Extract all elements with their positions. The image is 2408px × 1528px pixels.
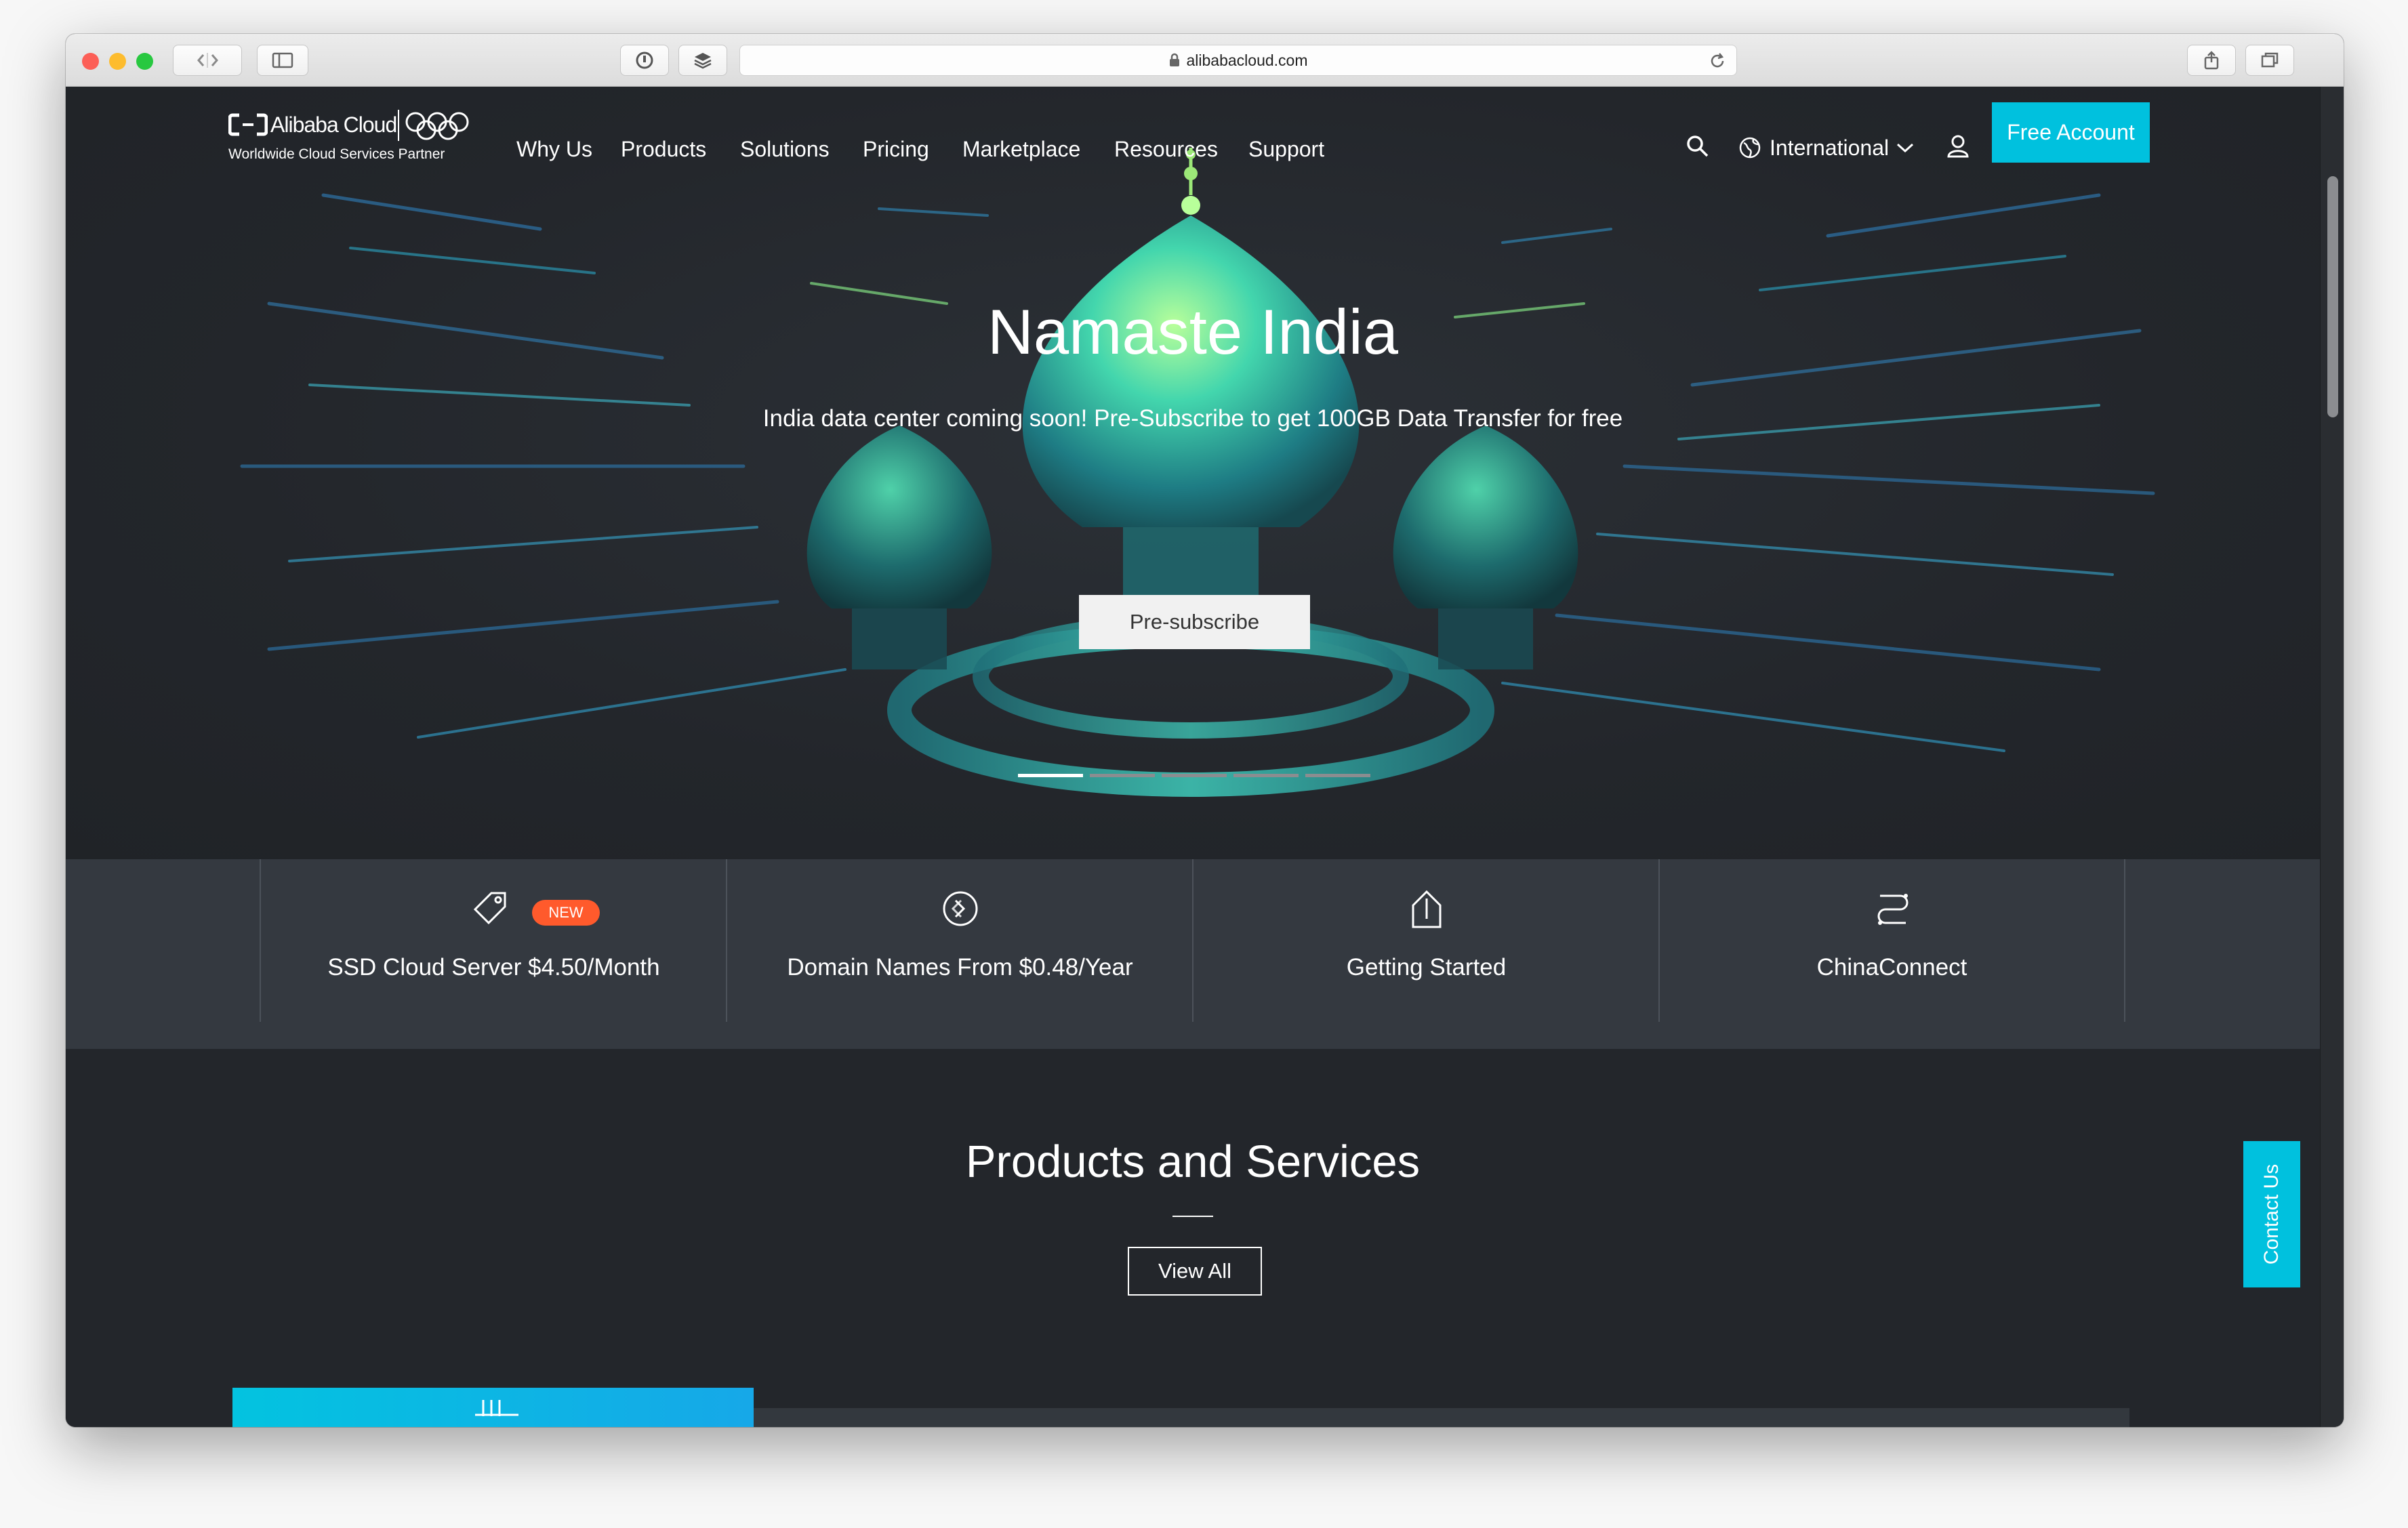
url-text: alibabacloud.com — [1186, 51, 1308, 69]
nav-marketplace[interactable]: Marketplace — [962, 137, 1080, 162]
page-scrollbar[interactable] — [2320, 87, 2344, 1427]
price-tag-icon — [473, 892, 506, 925]
browser-window: alibabacloud.com Alibaba Cloud Worldwide… — [66, 34, 2344, 1427]
product-card-featured[interactable] — [232, 1388, 754, 1427]
quick-link-getting-started[interactable]: Getting Started — [1192, 859, 1659, 1022]
quick-link-ssd-server[interactable]: NEW SSD Cloud Server $4.50/Month — [260, 859, 727, 1022]
nav-pricing[interactable]: Pricing — [863, 137, 929, 162]
password-key-icon — [636, 51, 653, 69]
layers-icon — [694, 53, 712, 69]
products-services-heading: Products and Services — [965, 1136, 1421, 1187]
product-card-panel — [754, 1408, 2129, 1427]
view-all-button[interactable]: View All — [1128, 1247, 1262, 1296]
nav-products[interactable]: Products — [621, 137, 706, 162]
browser-toolbar: alibabacloud.com — [66, 34, 2344, 104]
extension-button[interactable] — [678, 45, 727, 76]
quick-link-domain-names[interactable]: Domain Names From $0.48/Year — [726, 859, 1193, 1022]
free-account-label: Free Account — [2007, 120, 2135, 144]
share-button[interactable] — [2187, 45, 2236, 76]
carousel-dot-2[interactable] — [1090, 774, 1155, 777]
password-button[interactable] — [620, 45, 669, 76]
tabs-icon — [2261, 52, 2279, 68]
zoom-window-button[interactable] — [136, 53, 153, 70]
logo-divider — [398, 110, 399, 141]
quick-link-chinaconnect[interactable]: ChinaConnect — [1658, 859, 2125, 1022]
share-icon — [2204, 51, 2219, 70]
back-icon[interactable] — [194, 50, 221, 70]
sidebar-button[interactable] — [257, 45, 308, 76]
minimize-window-button[interactable] — [109, 53, 126, 70]
close-window-button[interactable] — [82, 53, 99, 70]
quick-link-label: SSD Cloud Server $4.50/Month — [327, 954, 660, 980]
globe-icon — [1739, 137, 1761, 159]
reload-icon[interactable] — [1708, 51, 1727, 70]
carousel-dot-4[interactable] — [1233, 774, 1299, 777]
nav-support[interactable]: Support — [1248, 137, 1324, 162]
hero-banner: Alibaba Cloud Worldwide Cloud Services P… — [66, 87, 2320, 859]
new-badge-label: NEW — [548, 904, 584, 921]
palace-illustration — [240, 148, 2155, 797]
logo-text: Alibaba Cloud — [270, 112, 397, 137]
chevron-down-icon — [1897, 143, 1914, 153]
scrollbar-thumb[interactable] — [2327, 176, 2338, 417]
carousel-dot-3[interactable] — [1162, 774, 1227, 777]
nav-solutions[interactable]: Solutions — [740, 137, 830, 162]
contact-us-tab[interactable]: Contact Us — [2243, 1141, 2300, 1287]
alibaba-cloud-logo-icon — [228, 113, 268, 136]
address-bar[interactable]: alibabacloud.com — [739, 45, 1737, 76]
web-page: Alibaba Cloud Worldwide Cloud Services P… — [66, 87, 2320, 1427]
logo-tagline: Worldwide Cloud Services Partner — [228, 146, 445, 162]
hero-title: Namaste India — [987, 296, 1399, 367]
contact-us-label: Contact Us — [2260, 1163, 2283, 1265]
quick-link-label: ChinaConnect — [1816, 954, 1967, 980]
sidebar-icon — [272, 52, 293, 68]
hero-subtitle: India data center coming soon! Pre-Subsc… — [762, 405, 1623, 432]
carousel-dot-1[interactable] — [1018, 774, 1083, 777]
quick-links-bar: NEW SSD Cloud Server $4.50/Month Domain … — [66, 859, 2320, 1049]
upload-arrow-icon — [1412, 890, 1442, 928]
lock-icon — [1170, 53, 1180, 66]
search-icon[interactable] — [1686, 134, 1710, 159]
pre-subscribe-button[interactable]: Pre-subscribe — [1079, 595, 1310, 649]
user-account-icon[interactable] — [1946, 134, 1970, 159]
free-account-button[interactable]: Free Account — [1992, 102, 2150, 163]
quick-link-label: Domain Names From $0.48/Year — [787, 954, 1133, 980]
nav-why-us[interactable]: Why Us — [516, 137, 592, 162]
heading-divider — [1172, 1216, 1213, 1217]
olympic-rings-icon — [405, 112, 469, 140]
quick-link-label: Getting Started — [1346, 954, 1507, 980]
site-logo[interactable]: Alibaba Cloud Worldwide Cloud Services P… — [228, 104, 472, 165]
carousel-dot-5[interactable] — [1305, 774, 1370, 777]
domain-icon — [943, 891, 978, 926]
region-selector[interactable]: International — [1738, 134, 1915, 161]
new-badge: NEW — [532, 900, 600, 926]
product-graphic-icon — [475, 1400, 518, 1416]
back-forward-buttons[interactable] — [173, 45, 242, 76]
tabs-overview-button[interactable] — [2245, 45, 2294, 76]
nav-resources[interactable]: Resources — [1114, 137, 1218, 162]
region-label: International — [1770, 135, 1890, 160]
connect-icon — [1877, 894, 1909, 925]
